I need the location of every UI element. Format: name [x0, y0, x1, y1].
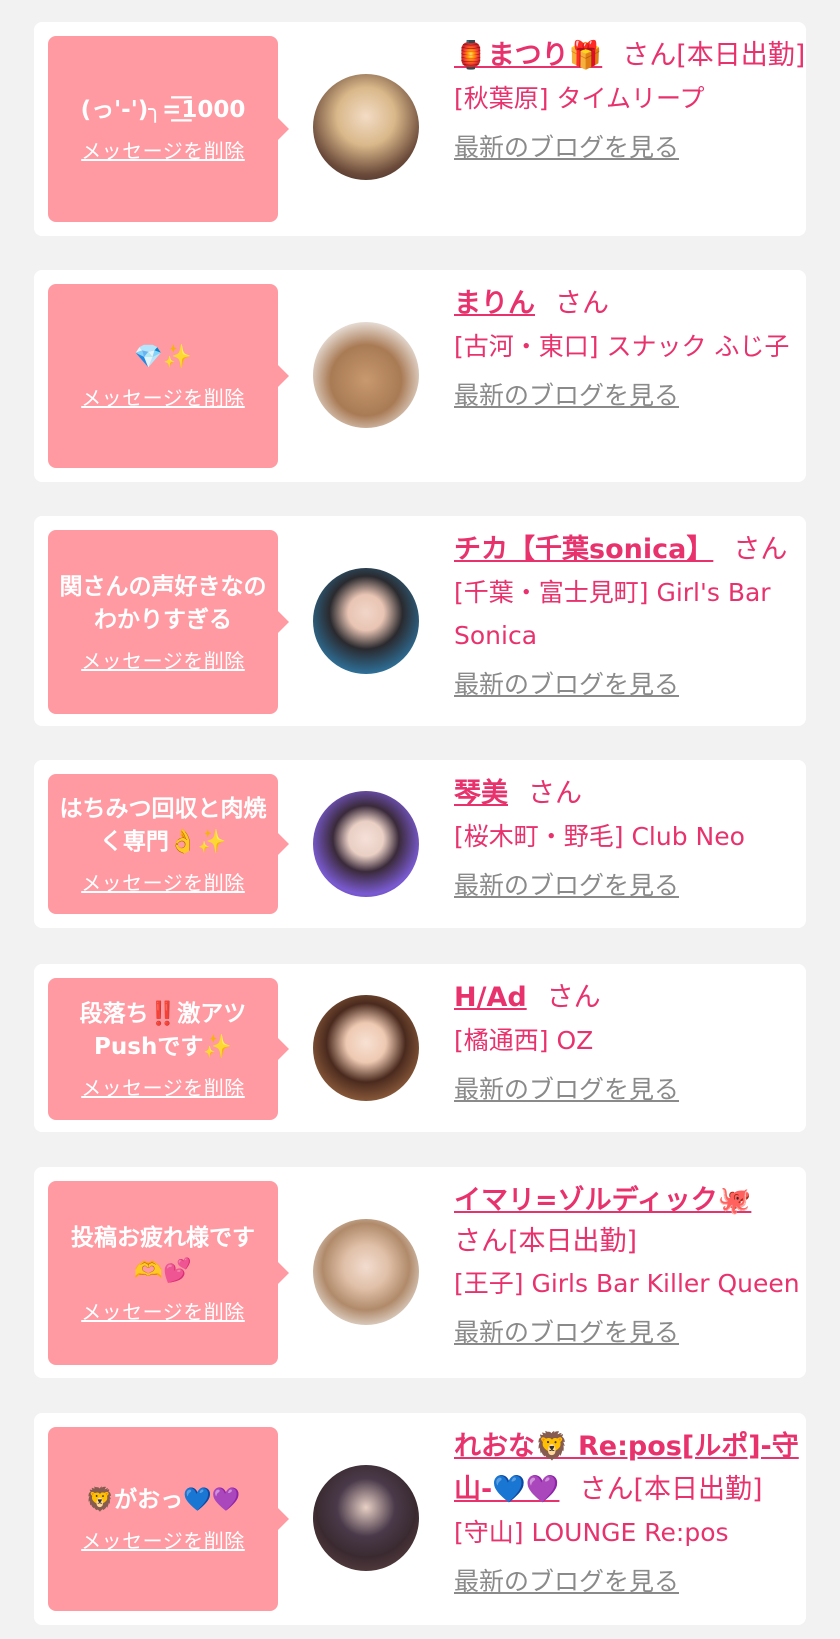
user-name-link[interactable]: 🏮まつり🎁 [454, 40, 602, 71]
user-info: H/Ad さん [橘通西] OZ 最新のブログを見る [454, 976, 824, 1111]
user-info: 🏮まつり🎁 さん[本日出勤] [秋葉原] タイムリープ 最新のブログを見る [454, 34, 824, 169]
avatar[interactable] [313, 1465, 419, 1571]
shop-name: [王子] Girls Bar Killer Queen [454, 1269, 800, 1298]
message-text: 関さんの声好きなのわかりすぎる [59, 573, 267, 633]
user-name-link[interactable]: チカ【千葉sonica】 [454, 534, 713, 565]
message-bubble: 💎✨ メッセージを削除 [48, 284, 289, 468]
delete-message-link[interactable]: メッセージを削除 [81, 867, 245, 896]
avatar[interactable] [313, 1219, 419, 1325]
message-text: 段落ち‼️激アツPushです✨ [79, 1000, 247, 1060]
latest-blog-link[interactable]: 最新のブログを見る [454, 864, 824, 907]
shop-name: [秋葉原] タイムリープ [454, 84, 705, 113]
avatar[interactable] [313, 74, 419, 180]
honorific: さん [555, 288, 609, 319]
user-info: れおな🦁 Re:pos[ルポ]-守山-💙💜 さん[本日出勤] [守山] LOUNG… [454, 1425, 824, 1603]
message-card: はちみつ回収と肉焼く専門👌✨ メッセージを削除 琴美 さん [桜木町・野毛] Cl… [34, 760, 806, 928]
message-text: 💎✨ [134, 344, 192, 370]
user-info: イマリ=ゾルディック🐙 さん[本日出勤] [王子] Girls Bar Kill… [454, 1179, 824, 1354]
message-bubble: 段落ち‼️激アツPushです✨ メッセージを削除 [48, 978, 289, 1120]
avatar[interactable] [313, 322, 419, 428]
latest-blog-link[interactable]: 最新のブログを見る [454, 1311, 824, 1354]
shop-name: [橘通西] OZ [454, 1026, 594, 1055]
latest-blog-link[interactable]: 最新のブログを見る [454, 126, 824, 169]
delete-message-link[interactable]: メッセージを削除 [81, 382, 245, 411]
message-card: 投稿お疲れ様です🫶💕 メッセージを削除 イマリ=ゾルディック🐙 さん[本日出勤]… [34, 1167, 806, 1378]
delete-message-link[interactable]: メッセージを削除 [81, 1296, 245, 1325]
message-text: はちみつ回収と肉焼く専門👌✨ [59, 795, 267, 855]
delete-message-link[interactable]: メッセージを削除 [81, 645, 245, 674]
shop-name: [桜木町・野毛] Club Neo [454, 822, 745, 851]
message-text: 🦁がおっ💙💜 [85, 1487, 241, 1513]
latest-blog-link[interactable]: 最新のブログを見る [454, 374, 824, 417]
honorific: さん [546, 982, 601, 1013]
user-info: 琴美 さん [桜木町・野毛] Club Neo 最新のブログを見る [454, 772, 824, 907]
delete-message-link[interactable]: メッセージを削除 [81, 1525, 245, 1554]
message-text: (っ'-')╮=͟͟͞͞1000 [80, 97, 246, 123]
user-name-link[interactable]: イマリ=ゾルディック🐙 [454, 1185, 751, 1216]
message-bubble: 関さんの声好きなのわかりすぎる メッセージを削除 [48, 530, 289, 714]
latest-blog-link[interactable]: 最新のブログを見る [454, 1560, 824, 1603]
message-bubble: はちみつ回収と肉焼く専門👌✨ メッセージを削除 [48, 774, 289, 914]
user-name-link[interactable]: まりん [454, 288, 535, 319]
user-info: まりん さん [古河・東口] スナック ふじ子 最新のブログを見る [454, 282, 824, 417]
latest-blog-link[interactable]: 最新のブログを見る [454, 663, 824, 706]
message-bubble: (っ'-')╮=͟͟͞͞1000 メッセージを削除 [48, 36, 289, 222]
message-card: (っ'-')╮=͟͟͞͞1000 メッセージを削除 🏮まつり🎁 さん[本日出勤] … [34, 22, 806, 236]
user-name-link[interactable]: H/Ad [454, 982, 527, 1013]
honorific: さん [733, 534, 788, 565]
user-info: チカ【千葉sonica】 さん [千葉・富士見町] Girl's Bar Soni… [454, 528, 824, 706]
message-text: 投稿お疲れ様です🫶💕 [71, 1224, 255, 1284]
message-card: 💎✨ メッセージを削除 まりん さん [古河・東口] スナック ふじ子 最新のブロ… [34, 270, 806, 482]
shop-name: [千葉・富士見町] Girl's Bar Sonica [454, 578, 771, 650]
avatar[interactable] [313, 995, 419, 1101]
avatar[interactable] [313, 568, 419, 674]
honorific: さん[本日出勤] [454, 1226, 638, 1257]
honorific: さん[本日出勤] [622, 40, 806, 71]
shop-name: [古河・東口] スナック ふじ子 [454, 332, 790, 361]
user-name-link[interactable]: 琴美 [454, 778, 508, 809]
delete-message-link[interactable]: メッセージを削除 [81, 135, 245, 164]
delete-message-link[interactable]: メッセージを削除 [81, 1072, 245, 1101]
honorific: さん [528, 778, 582, 809]
honorific: さん[本日出勤] [579, 1474, 763, 1505]
message-bubble: 投稿お疲れ様です🫶💕 メッセージを削除 [48, 1181, 289, 1365]
message-bubble: 🦁がおっ💙💜 メッセージを削除 [48, 1427, 289, 1611]
shop-name: [守山] LOUNGE Re:pos [454, 1518, 729, 1547]
latest-blog-link[interactable]: 最新のブログを見る [454, 1068, 824, 1111]
avatar[interactable] [313, 791, 419, 897]
message-card: 関さんの声好きなのわかりすぎる メッセージを削除 チカ【千葉sonica】 さん … [34, 516, 806, 726]
message-card: 段落ち‼️激アツPushです✨ メッセージを削除 H/Ad さん [橘通西] OZ… [34, 964, 806, 1132]
message-card: 🦁がおっ💙💜 メッセージを削除 れおな🦁 Re:pos[ルポ]-守山-💙💜 さん[… [34, 1413, 806, 1625]
